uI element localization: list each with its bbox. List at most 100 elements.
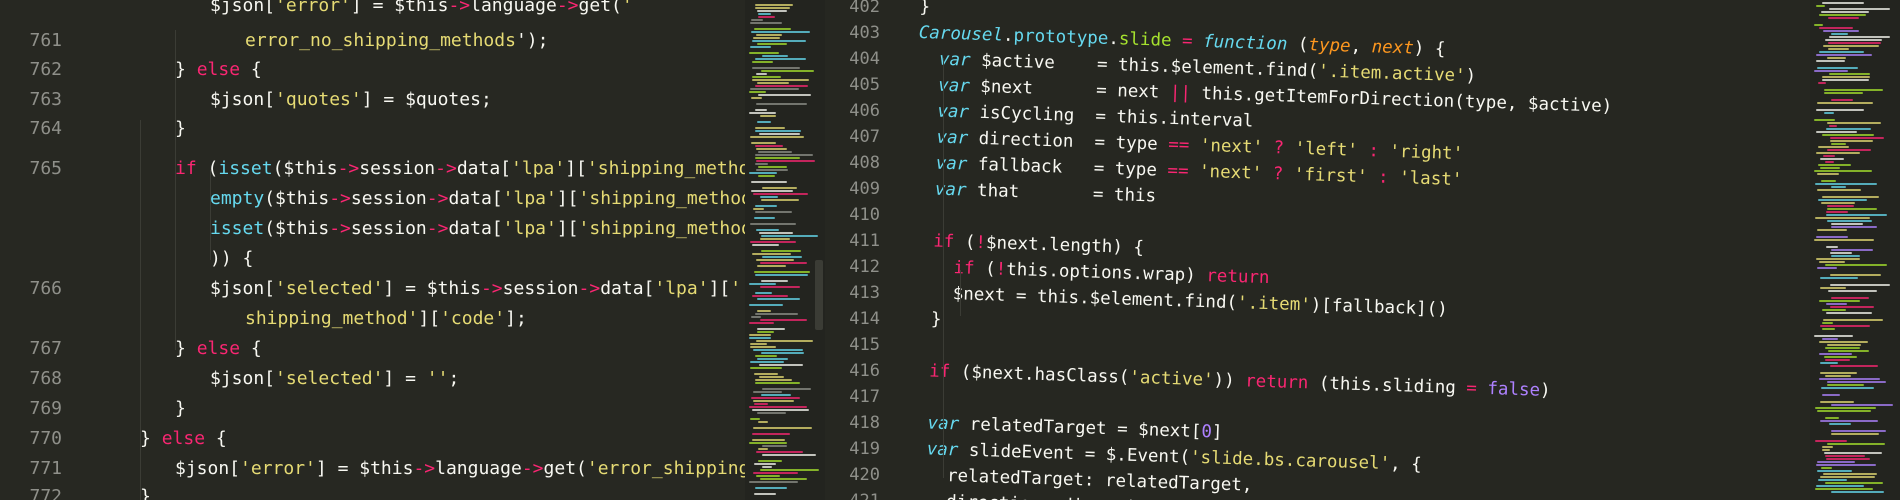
minimap-line [1826,128,1871,130]
minimap-line [755,313,798,315]
code-line[interactable]: error_no_shipping_methods'); [245,30,548,52]
minimap-line [756,451,803,453]
minimap-line [761,280,788,282]
minimap-line [1822,76,1870,78]
code-token: if [175,158,197,179]
minimap-line [750,22,782,24]
minimap-line [751,31,810,33]
minimap-line [762,187,797,189]
code-token: 'lpa' [502,188,557,209]
right-editor-pane[interactable]: } Carousel.prototype.slide = function (ty… [825,0,1900,500]
minimap-line [1822,196,1879,198]
code-line[interactable]: if (!$next.length) { [912,230,1144,259]
line-number: 768 [29,368,62,389]
minimap-line [756,169,788,171]
minimap-line [1822,394,1840,396]
code-line[interactable]: $json['error'] = $this->language->get('e… [175,458,825,480]
minimap-line [1814,119,1835,121]
minimap-line [1826,303,1847,305]
code-line[interactable]: $next = this.$element.find('.item')[fall… [910,282,1448,321]
code-token: return [1244,371,1309,394]
code-line[interactable]: } [909,308,942,331]
code-token: var [906,412,960,435]
minimap-line [1825,39,1882,41]
minimap-line [1824,356,1857,358]
minimap-line [1819,300,1860,302]
code-token: 'shipping_method' [578,218,763,239]
left-editor-pane[interactable]: $json['error'] = $this->language->get(' e… [0,0,825,500]
minimap-line [760,115,776,117]
code-token: error_no_shipping_methods [245,30,516,51]
code-line[interactable]: } [175,118,186,140]
code-token: } [140,428,162,449]
minimap-line [749,283,776,285]
code-line[interactable]: if (isset($this->session->data['lpa']['s… [175,158,825,180]
code-line[interactable]: $json['selected'] = $this->session->data… [210,278,741,300]
code-token: } [175,118,186,139]
code-token: else [196,59,241,80]
minimap-line [1831,226,1877,228]
code-token: type [1308,35,1351,57]
minimap-line [1826,211,1848,213]
code-line[interactable]: } [140,486,151,500]
code-line[interactable]: } else { [175,59,262,81]
minimap-line [755,379,792,381]
minimap-line [755,127,785,129]
minimap-line [753,391,782,393]
code-line[interactable]: empty($this->session->data['lpa']['shipp… [210,188,825,210]
code-token: ' [621,0,633,16]
line-number: 408 [849,153,880,173]
minimap-line [759,232,793,234]
code-token: ! [995,259,1007,280]
minimap-line [1819,353,1852,355]
minimap-line [761,235,818,237]
minimap-line [756,34,782,36]
minimap-line [1819,27,1853,29]
code-line[interactable]: } [919,0,930,18]
code-token: session [502,278,579,299]
minimap-line [752,433,790,435]
minimap-line [760,196,778,198]
left-scrollbar-thumb[interactable] [815,260,823,330]
right-minimap[interactable] [1810,0,1900,500]
code-line[interactable]: $json['quotes'] = $quotes; [210,89,492,111]
code-token: Carousel [918,22,1004,46]
minimap-line [1822,79,1869,81]
code-line[interactable]: var that = this [914,178,1157,208]
minimap-line [757,358,788,360]
code-token: -> [448,0,471,16]
code-line[interactable]: $json['error'] = $this->language->get(' [210,0,633,17]
code-token: relatedTarget = $next[ [958,414,1202,443]
code-token: slideEvent = $.Event( [958,440,1191,468]
code-token: || [1169,82,1192,104]
minimap-line [750,46,771,48]
minimap-line [755,205,777,207]
code-line[interactable]: if ($next.hasClass('active')) return (th… [908,360,1551,402]
minimap-line [1825,455,1865,457]
minimap-line [755,7,790,9]
minimap-line [1818,479,1847,481]
code-line[interactable]: } else { [175,338,262,360]
code-line[interactable]: $json['selected'] = ''; [210,368,459,390]
left-minimap[interactable] [745,0,825,500]
code-token: prototype [1013,25,1109,49]
minimap-line [1828,48,1849,50]
minimap-line [760,238,790,240]
code-line[interactable]: shipping_method']['code']; [245,308,527,330]
minimap-line [749,406,807,408]
minimap-line [1827,122,1881,124]
minimap-line [1824,89,1883,91]
code-line[interactable]: } [175,398,186,420]
code-token: -> [435,158,457,179]
minimap-line [1827,344,1861,346]
minimap-line [1824,112,1834,114]
minimap-line [1827,384,1864,386]
minimap-line [1814,335,1853,337]
code-line[interactable]: isset($this->session->data['lpa']['shipp… [210,218,825,240]
minimap-line [1820,325,1870,327]
line-number: 405 [849,75,880,95]
minimap-line [1820,158,1844,160]
code-line[interactable]: } else { [140,428,227,450]
minimap-line [1816,109,1864,111]
code-line[interactable]: )) { [210,248,253,270]
